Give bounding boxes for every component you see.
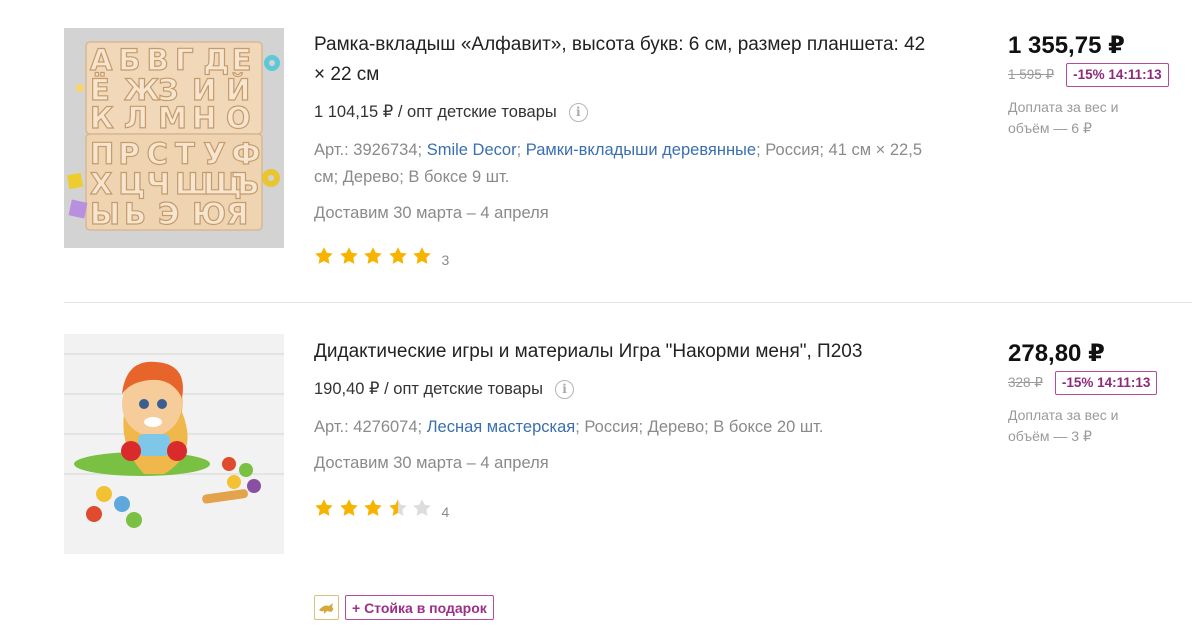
brand-link[interactable]: Лесная мастерская <box>427 418 576 436</box>
category-link[interactable]: Рамки-вкладыши деревянные <box>526 141 756 159</box>
old-price: 1 595 ₽ <box>1008 67 1055 82</box>
wholesale-price-text: 190,40 ₽ / опт детские товары <box>314 380 543 398</box>
puzzle-letter: Ю <box>192 197 226 231</box>
rating[interactable]: 3 <box>314 246 934 271</box>
review-count[interactable]: 4 <box>442 504 450 520</box>
puzzle-letter: Б <box>118 43 140 77</box>
star-icon <box>315 499 333 516</box>
star-icon <box>364 247 382 264</box>
old-price-row: 328 ₽ -15% 14:11:13 <box>1008 371 1192 395</box>
star-icon <box>413 247 431 264</box>
puzzle-letter: Н <box>192 101 216 135</box>
puzzle-letter: Я <box>226 197 248 231</box>
product-image[interactable]: АБВГДЕЁЖЗИЙКЛМНОПРСТУФХЦЧШЩЪЫЬЭЮЯ <box>64 28 284 248</box>
gift-badge[interactable]: + Стойка в подарок <box>345 595 494 620</box>
puzzle-letter: Т <box>175 137 195 171</box>
wholesale-price-text: 1 104,15 ₽ / опт детские товары <box>314 103 557 121</box>
puzzle-letter: Д <box>203 43 229 77</box>
puzzle-letter: К <box>90 101 114 135</box>
info-icon[interactable]: i <box>554 379 574 399</box>
feed-me-game-image <box>64 334 284 554</box>
puzzle-letter: В <box>147 43 169 77</box>
alphabet-puzzle-image: А Б В Г Д ЕЁ ЖЗ И ЙК Л М Н ОП Р С Т У ФХ Ц Ч ШЩЪЫ Ь Э Ю Я <box>64 28 284 248</box>
article-number: Арт.: 3926734 <box>314 141 418 159</box>
delivery-date: Доставим 30 марта – 4 апреля <box>314 204 549 222</box>
product-meta: Арт.: 4276074; Лесная мастерская; Россия… <box>314 418 824 436</box>
puzzle-letter: П <box>90 137 114 171</box>
gift-icon[interactable] <box>314 595 339 620</box>
star-icon <box>413 499 431 516</box>
star-icon <box>388 247 407 264</box>
current-price: 278,80 ₽ <box>1008 340 1105 367</box>
rating[interactable]: 4 <box>314 498 934 523</box>
puzzle-letter: Р <box>118 137 139 171</box>
product-title[interactable]: Дидактические игры и материалы Игра "Нак… <box>314 337 934 367</box>
product-image[interactable] <box>64 334 284 554</box>
star-icon <box>364 499 382 516</box>
star-icon <box>388 499 407 516</box>
review-count[interactable]: 3 <box>442 252 450 268</box>
discount-badge: -15% 14:11:13 <box>1066 63 1169 87</box>
star-icon <box>339 247 358 264</box>
rating-stars <box>314 246 437 271</box>
puzzle-letter: Ф <box>232 137 261 171</box>
star-icon <box>315 247 333 264</box>
brand-link[interactable]: Smile Decor <box>427 141 517 159</box>
puzzle-letter: Э <box>158 197 179 231</box>
promo-badges: + Стойка в подарок <box>314 595 494 620</box>
puzzle-letter: Е <box>232 43 252 77</box>
puzzle-letter: У <box>203 137 225 171</box>
wholesale-price: 1 104,15 ₽ / опт детские товары i <box>314 101 934 123</box>
puzzle-letter: О <box>226 101 251 135</box>
puzzle-letter: Ы <box>90 197 120 231</box>
weight-surcharge: Доплата за вес и объём — 3 ₽ <box>1008 407 1119 444</box>
puzzle-letter: Г <box>175 43 193 77</box>
product-info: Дидактические игры и материалы Игра "Нак… <box>314 337 934 523</box>
puzzle-letter: Ц <box>118 167 145 201</box>
article-number: Арт.: 4276074 <box>314 418 418 436</box>
product-title[interactable]: Рамка-вкладыш «Алфавит», высота букв: 6 … <box>314 30 934 90</box>
product-details: Россия; Дерево; В боксе 20 шт. <box>584 418 824 436</box>
product-card: Дидактические игры и материалы Игра "Нак… <box>0 303 1192 642</box>
wholesale-price: 190,40 ₽ / опт детские товары i <box>314 378 934 400</box>
puzzle-letter: Л <box>124 101 148 135</box>
puzzle-letter: А <box>90 43 113 77</box>
price-block: 1 355,75 ₽ 1 595 ₽ -15% 14:11:13 Доплата… <box>1008 31 1192 139</box>
product-meta: Арт.: 3926734; Smile Decor; Рамки-вклады… <box>314 141 922 186</box>
price-block: 278,80 ₽ 328 ₽ -15% 14:11:13 Доплата за … <box>1008 339 1192 447</box>
old-price-row: 1 595 ₽ -15% 14:11:13 <box>1008 63 1192 87</box>
weight-surcharge: Доплата за вес и объём — 6 ₽ <box>1008 99 1119 136</box>
puzzle-letter: М <box>158 101 187 135</box>
product-info: Рамка-вкладыш «Алфавит», высота букв: 6 … <box>314 30 934 271</box>
current-price: 1 355,75 ₽ <box>1008 32 1125 59</box>
star-icon <box>339 499 358 516</box>
product-card: АБВГДЕЁЖЗИЙКЛМНОПРСТУФХЦЧШЩЪЫЬЭЮЯ Рамка-… <box>0 0 1192 302</box>
info-icon[interactable]: i <box>568 102 588 122</box>
discount-badge: -15% 14:11:13 <box>1054 371 1158 395</box>
puzzle-letter: Ч <box>147 167 170 201</box>
puzzle-letter: Ъ <box>232 167 259 201</box>
delivery-date: Доставим 30 марта – 4 апреля <box>314 454 549 472</box>
puzzle-letter: Х <box>90 167 112 201</box>
puzzle-letter: С <box>147 137 168 171</box>
old-price: 328 ₽ <box>1008 375 1043 390</box>
rating-stars <box>314 498 437 523</box>
product-list: АБВГДЕЁЖЗИЙКЛМНОПРСТУФХЦЧШЩЪЫЬЭЮЯ Рамка-… <box>0 0 1192 642</box>
puzzle-letter: Ь <box>124 197 146 231</box>
